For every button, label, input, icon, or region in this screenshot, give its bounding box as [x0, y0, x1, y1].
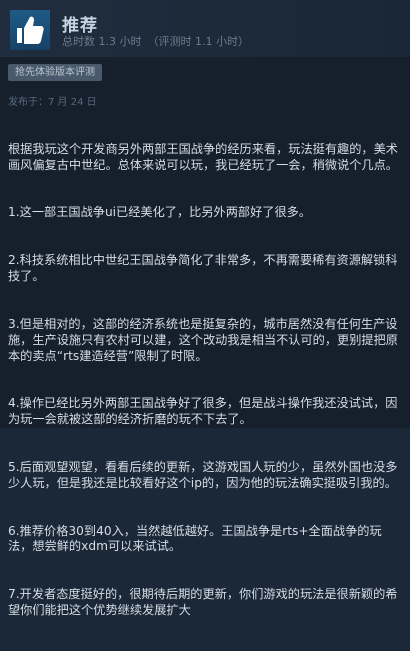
hours-on-record: 总时数 1.3 小时: [62, 35, 142, 48]
review-paragraph: 1.这一部王国战争ui已经美化了，比另外两部好了很多。: [8, 205, 312, 220]
review-paragraph: 6.推荐价格30到40入，当然越低越好。王国战争是rts+全面战争的玩法，想尝鲜…: [8, 523, 382, 554]
review-paragraph: 4.操作已经比另外两部王国战争好了很多，但是战斗操作我还没试试，因为玩一会就被这…: [8, 396, 398, 427]
playtime-info: 总时数 1.3 小时 （评测时 1.1 小时）: [62, 33, 255, 49]
thumbs-up-icon: [10, 10, 50, 50]
review-header: 推荐 总时数 1.3 小时 （评测时 1.1 小时）: [0, 0, 410, 57]
review-paragraph: 7.开发者态度挺好的，很期待后期的更新，你们游戏的玩法是很新颖的希望你们能把这个…: [8, 587, 398, 618]
review-paragraph: 根据我玩这个开发商另外两部王国战争的经历来看，玩法挺有趣的，美术画风偏复古中世纪…: [8, 141, 398, 172]
hours-at-review: （评测时 1.1 小时）: [147, 35, 250, 48]
review-paragraph: 5.后面观望观望，看看后续的更新，这游戏国人玩的少，虽然外国也没多少人玩，但是我…: [8, 459, 398, 490]
review-paragraph: 3.但是相对的，这部的经济系统也是挺复杂的，城市居然没有任何生产设施，生产设施只…: [8, 316, 398, 363]
early-access-badge[interactable]: 抢先体验版本评测: [8, 64, 102, 81]
review-card: 推荐 总时数 1.3 小时 （评测时 1.1 小时） 抢先体验版本评测 发布于：7…: [0, 0, 410, 617]
review-body: 根据我玩这个开发商另外两部王国战争的经历来看，玩法挺有趣的，美术画风偏复古中世纪…: [8, 110, 406, 651]
review-paragraph: 2.科技系统相比中世纪王国战争简化了非常多，不再需要稀有资源解锁科技了。: [8, 253, 398, 284]
posted-date: 发布于：7 月 24 日: [8, 97, 97, 108]
